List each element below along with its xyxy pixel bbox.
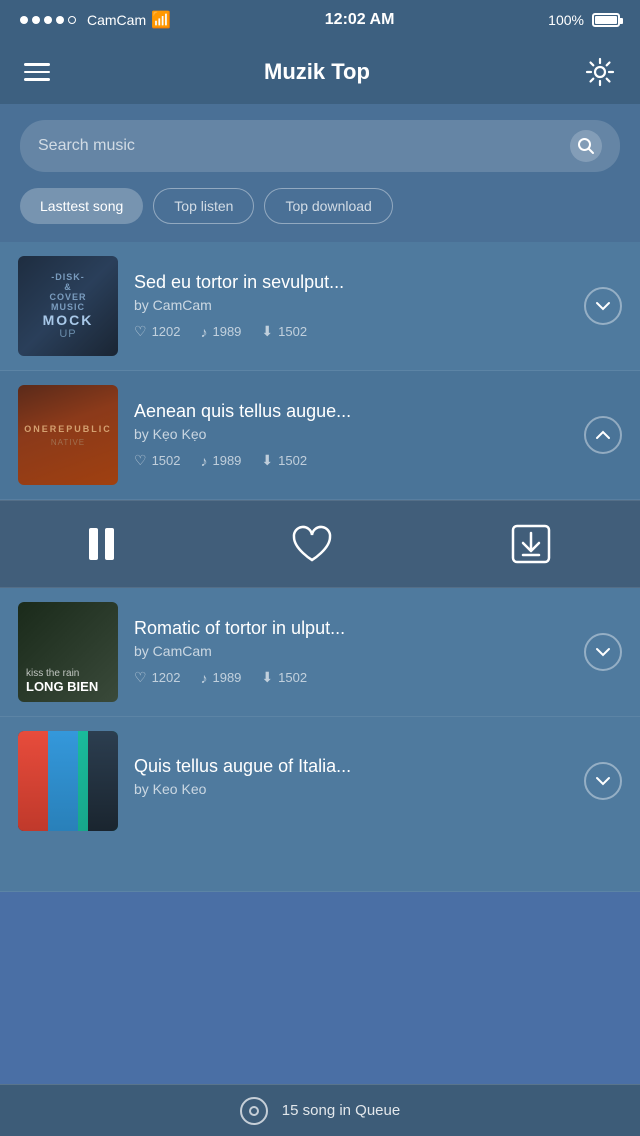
cover-art-4 [18,731,118,831]
expand-button-3[interactable] [584,633,622,671]
song-stats-3: ♡ 1202 ♪ 1989 ⬇ 1502 [134,669,568,686]
like-button[interactable] [291,525,333,563]
battery-icon [592,13,620,27]
song-item-3[interactable]: kiss the rain LONG BIEN Romatic of torto… [0,588,640,717]
heart-icon-3: ♡ [134,669,147,686]
plays-stat-2: ♪ 1989 [200,453,241,469]
pause-button[interactable] [89,528,114,560]
dot-5 [68,16,76,24]
search-input-wrap[interactable] [20,120,620,172]
heart-icon-1: ♡ [134,323,147,340]
gear-icon [585,57,615,87]
dot-4 [56,16,64,24]
music-icon-1: ♪ [200,324,207,340]
download-icon-2: ⬇ [261,452,273,469]
downloads-stat-2: ⬇ 1502 [261,452,307,469]
chevron-down-icon-1 [595,298,611,314]
song-artist-3: by CamCam [134,643,568,659]
cover-art-2: ONEREPUBLIC NATIVE [18,385,118,485]
song-stats-1: ♡ 1202 ♪ 1989 ⬇ 1502 [134,323,568,340]
pause-bar-1 [89,528,98,560]
queue-text: 15 song in Queue [282,1102,400,1119]
likes-stat-2: ♡ 1502 [134,452,180,469]
dot-1 [20,16,28,24]
song-cover-2: ONEREPUBLIC NATIVE [18,385,118,485]
queue-icon [240,1097,268,1125]
downloads-stat-3: ⬇ 1502 [261,669,307,686]
cover-art-3: kiss the rain LONG BIEN [18,602,118,702]
dot-2 [32,16,40,24]
likes-stat-1: ♡ 1202 [134,323,180,340]
tabs-bar: Lasttest song Top listen Top download [0,188,640,242]
song-cover-4 [18,731,118,831]
signal-dots [20,16,76,24]
song-item-4[interactable]: Quis tellus augue of Italia... by Keo Ke… [0,717,640,892]
battery-percent: 100% [548,12,584,28]
status-left: CamCam 📶 [20,10,171,30]
pause-icon [89,528,114,560]
queue-inner-icon [249,1106,259,1116]
player-controls [0,500,640,588]
song-info-4: Quis tellus augue of Italia... by Keo Ke… [134,756,568,807]
song-title-3: Romatic of tortor in ulput... [134,618,568,639]
search-button[interactable] [570,130,602,162]
carrier-name: CamCam [87,12,146,28]
heart-icon-2: ♡ [134,452,147,469]
song-cover-1: -DISK- & COVER MUSIC MOCK UP [18,256,118,356]
page-title: Muzik Top [264,59,370,85]
heart-icon [291,525,333,563]
cover-art-1: -DISK- & COVER MUSIC MOCK UP [18,256,118,356]
menu-line-2 [24,71,50,74]
menu-line-3 [24,78,50,81]
download-icon-1: ⬇ [261,323,273,340]
dot-3 [44,16,52,24]
status-bar: CamCam 📶 12:02 AM 100% [0,0,640,40]
tab-top-download[interactable]: Top download [264,188,392,224]
expand-button-2[interactable] [584,416,622,454]
expand-button-4[interactable] [584,762,622,800]
downloads-stat-1: ⬇ 1502 [261,323,307,340]
song-title-4: Quis tellus augue of Italia... [134,756,568,777]
song-item-1[interactable]: -DISK- & COVER MUSIC MOCK UP Sed eu tort… [0,242,640,371]
header: Muzik Top [0,40,640,104]
likes-stat-3: ♡ 1202 [134,669,180,686]
chevron-down-icon-3 [595,644,611,660]
search-input[interactable] [38,137,560,155]
song-title-1: Sed eu tortor in sevulput... [134,272,568,293]
search-bar [0,104,640,188]
status-time: 12:02 AM [325,11,395,29]
tab-top-listen[interactable]: Top listen [153,188,254,224]
chevron-up-icon-2 [595,427,611,443]
download-icon [510,523,552,565]
music-icon-2: ♪ [200,453,207,469]
song-title-2: Aenean quis tellus augue... [134,401,568,422]
song-item-2[interactable]: ONEREPUBLIC NATIVE Aenean quis tellus au… [0,371,640,500]
menu-button[interactable] [24,63,50,81]
queue-bar[interactable]: 15 song in Queue [0,1084,640,1136]
search-icon [570,130,602,162]
status-right: 100% [548,12,620,28]
wifi-icon: 📶 [151,10,171,30]
plays-stat-3: ♪ 1989 [200,670,241,686]
download-button[interactable] [510,523,552,565]
song-stats-2: ♡ 1502 ♪ 1989 ⬇ 1502 [134,452,568,469]
tab-lasttest-song[interactable]: Lasttest song [20,188,143,224]
song-info-3: Romatic of tortor in ulput... by CamCam … [134,618,568,686]
plays-stat-1: ♪ 1989 [200,324,241,340]
pause-bar-2 [105,528,114,560]
song-artist-4: by Keo Keo [134,781,568,797]
chevron-down-icon-4 [595,773,611,789]
download-icon-3: ⬇ [261,669,273,686]
song-artist-2: by Kẹo Kẹo [134,426,568,442]
expand-button-1[interactable] [584,287,622,325]
music-icon-3: ♪ [200,670,207,686]
battery-fill [595,16,617,24]
song-list: -DISK- & COVER MUSIC MOCK UP Sed eu tort… [0,242,640,892]
settings-button[interactable] [584,56,616,88]
menu-line-1 [24,63,50,66]
song-info-2: Aenean quis tellus augue... by Kẹo Kẹo ♡… [134,401,568,469]
song-info-1: Sed eu tortor in sevulput... by CamCam ♡… [134,272,568,340]
song-cover-3: kiss the rain LONG BIEN [18,602,118,702]
song-artist-1: by CamCam [134,297,568,313]
